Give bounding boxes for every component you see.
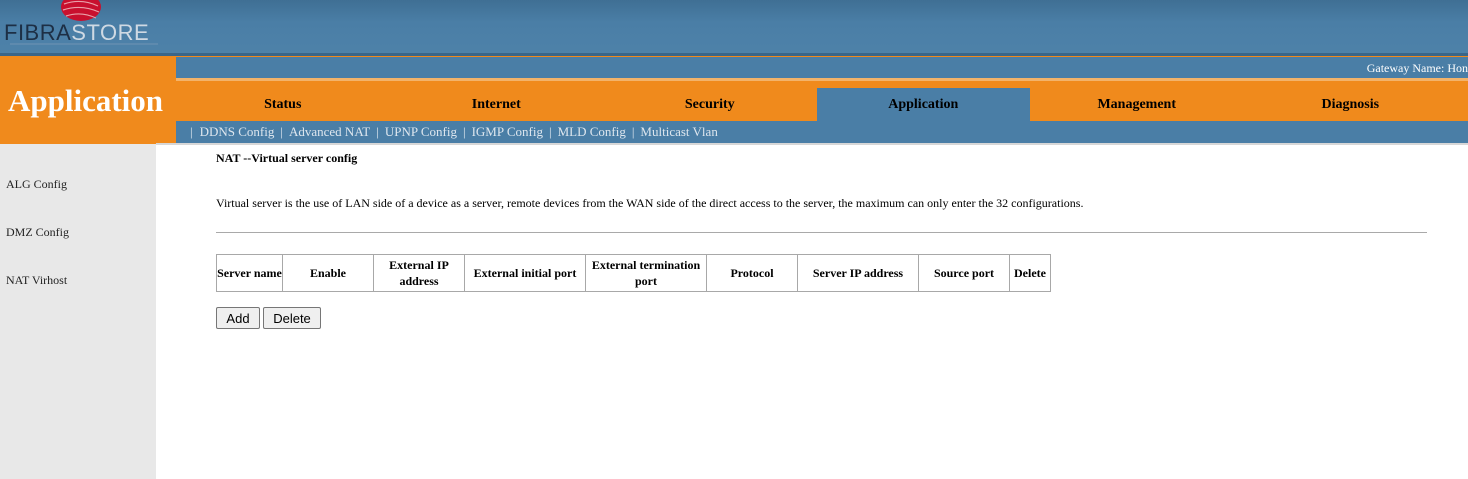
tab-status[interactable]: Status [176, 88, 390, 121]
subnav-upnp-config[interactable]: UPNP Config [385, 124, 457, 139]
header-band: FIBRASTORE [0, 0, 1468, 56]
subnav-mld-config[interactable]: MLD Config [558, 124, 626, 139]
col-protocol: Protocol [706, 254, 798, 292]
logo-text-store: STORE [71, 20, 150, 45]
router-admin-page: FIBRASTORE Application Gateway Name: Hon… [0, 0, 1468, 479]
subnav-multicast-vlan[interactable]: Multicast Vlan [640, 124, 717, 139]
section-divider [216, 232, 1427, 233]
sub-nav: | DDNS Config | Advanced NAT | UPNP Config | IG… [176, 121, 1468, 143]
subnav-separator: | [462, 124, 466, 139]
sidebar-item-alg-config[interactable]: ALG Config [6, 177, 67, 192]
col-enable: Enable [282, 254, 374, 292]
tab-diagnosis[interactable]: Diagnosis [1244, 88, 1458, 121]
col-server-name: Server name [216, 254, 283, 292]
col-source-port: Source port [918, 254, 1010, 292]
subnav-separator: | [376, 124, 379, 139]
fibrastore-logo: FIBRASTORE [2, 0, 162, 48]
logo-text-fibra: FIBRA [4, 20, 72, 45]
subnav-bottom-border [156, 143, 1468, 145]
tab-security[interactable]: Security [603, 88, 817, 121]
col-delete: Delete [1009, 254, 1051, 292]
sidebar-item-dmz-config[interactable]: DMZ Config [6, 225, 69, 240]
col-external-ip-address: External IP address [373, 254, 465, 292]
virtual-server-table: Server name Enable External IP address E… [216, 254, 1051, 292]
subnav-separator: | [280, 124, 283, 139]
add-button[interactable]: Add [216, 307, 260, 329]
subnav-ddns-config[interactable]: DDNS Config [200, 124, 275, 139]
tab-internet[interactable]: Internet [390, 88, 604, 121]
delete-button[interactable]: Delete [263, 307, 321, 329]
table-header-row: Server name Enable External IP address E… [216, 254, 1051, 292]
section-title: NAT --Virtual server config [216, 151, 358, 165]
sidebar: ALG Config DMZ Config NAT Virhost [0, 144, 156, 479]
nav-divider [176, 81, 1468, 88]
gateway-strip: Gateway Name: Hon [176, 56, 1468, 78]
logo-wordmark: FIBRASTORE [4, 20, 149, 46]
subnav-separator: | [631, 124, 635, 139]
main-nav: Status Internet Security Application Man… [176, 88, 1468, 121]
subnav-separator: | [190, 124, 193, 139]
section-description: Virtual server is the use of LAN side of… [216, 196, 1084, 210]
page-title: Application [8, 83, 164, 118]
page-title-block: Application [0, 56, 176, 144]
gateway-name: Gateway Name: Hon [1366, 61, 1468, 75]
col-external-termination-port: External termination port [585, 254, 707, 292]
subnav-advanced-nat[interactable]: Advanced NAT [289, 124, 370, 139]
subnav-separator: | [548, 124, 552, 139]
tab-management[interactable]: Management [1030, 88, 1244, 121]
tab-application[interactable]: Application [816, 88, 1030, 121]
sidebar-item-nat-virhost[interactable]: NAT Virhost [6, 273, 67, 288]
col-external-initial-port: External initial port [464, 254, 586, 292]
col-server-ip-address: Server IP address [797, 254, 919, 292]
subnav-igmp-config[interactable]: IGMP Config [472, 124, 543, 139]
